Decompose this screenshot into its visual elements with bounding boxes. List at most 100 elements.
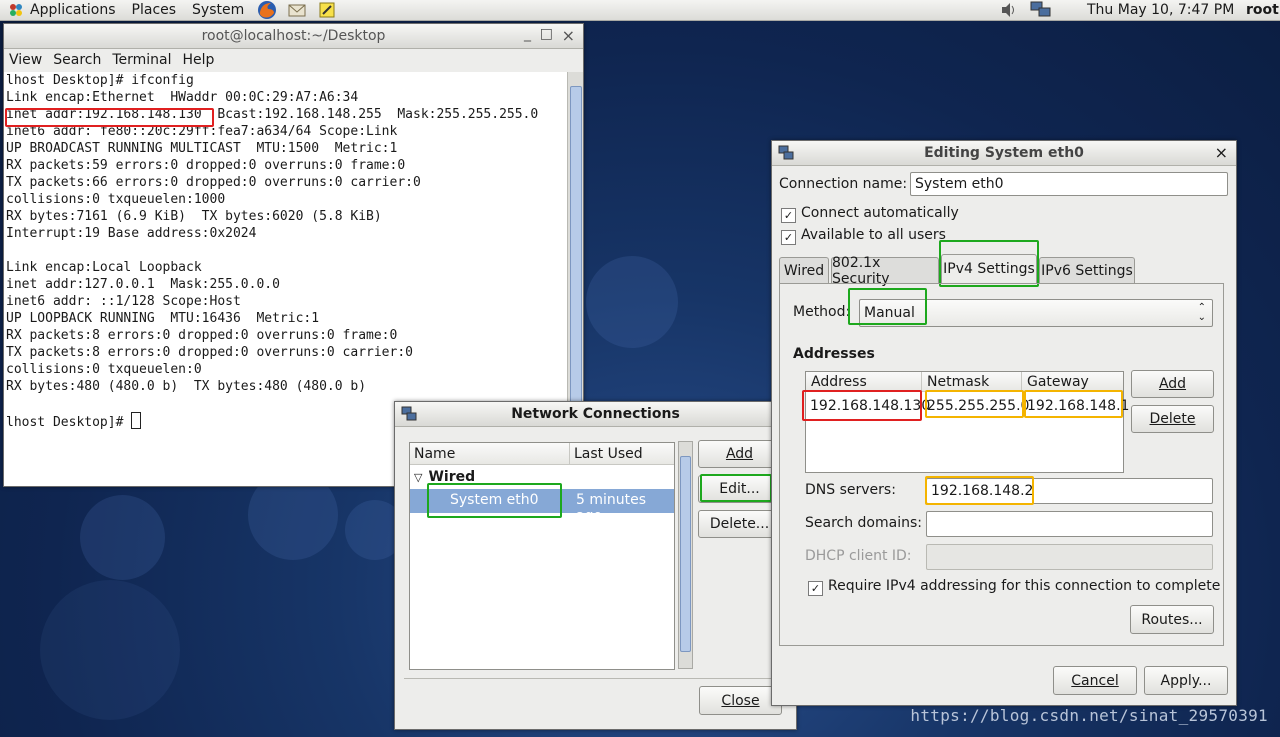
cancel-button[interactable]: Cancel <box>1053 666 1137 695</box>
firefox-icon <box>258 1 277 19</box>
terminal-line: inet addr:192.168.148.130 Bcast:192.168.… <box>6 107 539 122</box>
available-all-users-checkbox[interactable]: ✓ <box>781 230 796 245</box>
terminal-prompt: lhost Desktop]# <box>6 415 132 430</box>
note-pencil-icon <box>319 2 335 18</box>
menu-view[interactable]: View <box>9 52 42 68</box>
gateway-cell[interactable]: 192.168.148.1 <box>1023 393 1129 419</box>
close-button[interactable]: Close <box>699 686 782 715</box>
connections-list[interactable]: Name Last Used ▽ Wired System eth0 5 min… <box>409 442 675 670</box>
scrollbar-thumb[interactable] <box>680 456 691 652</box>
dns-servers-label: DNS servers: <box>805 482 896 498</box>
connection-name-field[interactable]: System eth0 <box>910 172 1228 196</box>
tab-8021x-security[interactable]: 802.1x Security <box>831 255 939 287</box>
clock[interactable]: Thu May 10, 7:47 PM <box>1087 0 1234 20</box>
connection-last-used: 5 minutes ago <box>576 492 647 524</box>
require-ipv4-label: Require IPv4 addressing for this connect… <box>828 578 1221 594</box>
address-cell[interactable]: 192.168.148.130 <box>806 393 930 419</box>
speaker-icon <box>1002 3 1014 17</box>
tab-ipv6-settings[interactable]: IPv6 Settings <box>1039 257 1135 283</box>
terminal-titlebar[interactable]: root@localhost:~/Desktop _ □ × <box>4 24 583 49</box>
terminal-line: Link encap:Ethernet HWaddr 00:0C:29:A7:A… <box>6 90 359 105</box>
dns-servers-value: 192.168.148.2 <box>931 483 1034 499</box>
group-wired-label: Wired <box>428 469 476 485</box>
delete-button-label: Delete... <box>709 516 770 532</box>
column-last-used-header[interactable]: Last Used <box>570 443 674 465</box>
terminal-line: TX packets:8 errors:0 dropped:0 overruns… <box>6 345 413 360</box>
edit-button-label: Edit... <box>719 481 760 497</box>
edit-title: Editing System eth0 <box>924 145 1084 161</box>
search-domains-label: Search domains: <box>805 515 922 531</box>
top-panel: Applications Places System Thu May 10, 7… <box>0 0 1280 21</box>
places-menu[interactable]: Places <box>124 0 185 20</box>
tab-ipv4-settings[interactable]: IPv4 Settings <box>941 254 1037 283</box>
terminal-line: RX bytes:7161 (6.9 KiB) TX bytes:6020 (5… <box>6 209 382 224</box>
apply-button[interactable]: Apply... <box>1144 666 1228 695</box>
volume-applet[interactable] <box>1000 0 1018 20</box>
menu-search[interactable]: Search <box>53 52 101 68</box>
netmask-cell[interactable]: 255.255.255.0 <box>923 393 1029 419</box>
editing-connection-dialog: Editing System eth0 × Connection name: S… <box>771 140 1237 706</box>
terminal-line: collisions:0 txqueuelen:1000 <box>6 192 226 207</box>
connection-name: System eth0 <box>450 492 539 508</box>
mail-icon <box>288 4 306 17</box>
menu-help[interactable]: Help <box>183 52 215 68</box>
terminal-line: inet6 addr: ::1/128 Scope:Host <box>6 294 241 309</box>
firefox-launcher[interactable] <box>255 0 279 20</box>
user-menu[interactable]: root <box>1246 0 1279 20</box>
maximize-icon[interactable]: □ <box>540 26 553 42</box>
edit-button[interactable]: Edit... <box>698 475 781 503</box>
expander-triangle-icon[interactable]: ▽ <box>414 471 422 484</box>
netmask-column-header[interactable]: Netmask <box>922 372 1022 392</box>
group-wired[interactable]: ▽ Wired <box>414 469 475 485</box>
notes-launcher[interactable] <box>315 0 339 20</box>
system-menu-label: System <box>192 2 245 18</box>
add-button[interactable]: Add <box>698 440 781 468</box>
method-value: Manual <box>864 305 915 321</box>
mail-launcher[interactable] <box>285 0 309 20</box>
network-icon <box>401 406 417 421</box>
network-computers-icon <box>1030 1 1051 17</box>
address-delete-button[interactable]: Delete <box>1131 405 1214 433</box>
tab-ipv4-label: IPv4 Settings <box>943 261 1035 277</box>
applications-menu-label: Applications <box>30 2 116 18</box>
minimize-icon[interactable]: _ <box>524 26 531 42</box>
delete-button[interactable]: Delete... <box>698 510 781 538</box>
connect-automatically-checkbox[interactable]: ✓ <box>781 208 796 223</box>
connection-row-system-eth0[interactable]: System eth0 5 minutes ago <box>410 489 674 524</box>
terminal-line: RX bytes:480 (480.0 b) TX bytes:480 (480… <box>6 379 367 394</box>
terminal-line: inet6 addr: fe80::20c:29ff:fea7:a634/64 … <box>6 124 398 139</box>
require-ipv4-checkbox[interactable]: ✓ <box>808 581 823 596</box>
network-applet[interactable] <box>1030 0 1052 20</box>
addresses-table[interactable]: Address Netmask Gateway 192.168.148.130 … <box>805 371 1129 473</box>
method-select[interactable]: Manual ⌃ ⌄ <box>859 299 1213 327</box>
tab-wired[interactable]: Wired <box>779 257 829 283</box>
terminal-line: RX packets:59 errors:0 dropped:0 overrun… <box>6 158 406 173</box>
close-icon[interactable]: × <box>562 26 575 45</box>
dns-servers-field[interactable]: 192.168.148.2 <box>926 478 1213 504</box>
separator <box>404 678 787 679</box>
close-icon[interactable]: × <box>1215 143 1228 162</box>
method-label: Method: <box>793 304 851 320</box>
netmask-column-label: Netmask <box>927 373 990 390</box>
search-domains-field[interactable] <box>926 511 1213 537</box>
address-add-button[interactable]: Add <box>1131 370 1214 398</box>
dhcp-client-id-field <box>926 544 1213 570</box>
applications-menu[interactable]: Applications <box>0 0 124 20</box>
terminal-line: collisions:0 txqueuelen:0 <box>6 362 202 377</box>
netconn-titlebar[interactable]: Network Connections × <box>395 402 796 427</box>
terminal-line: TX packets:66 errors:0 dropped:0 overrun… <box>6 175 421 190</box>
routes-button[interactable]: Routes... <box>1130 605 1214 634</box>
menu-terminal[interactable]: Terminal <box>112 52 171 68</box>
desktop-decoration <box>80 495 165 580</box>
terminal-line: inet addr:127.0.0.1 Mask:255.0.0.0 <box>6 277 280 292</box>
terminal-cursor <box>131 412 142 429</box>
system-menu[interactable]: System <box>184 0 252 20</box>
column-name-header[interactable]: Name <box>410 443 570 465</box>
connections-scrollbar[interactable] <box>678 441 693 669</box>
address-column-header[interactable]: Address <box>806 372 922 392</box>
address-delete-label: Delete <box>1149 411 1196 427</box>
edit-titlebar[interactable]: Editing System eth0 × <box>772 141 1236 166</box>
terminal-line: UP BROADCAST RUNNING MULTICAST MTU:1500 … <box>6 141 398 156</box>
gateway-column-header[interactable]: Gateway <box>1022 372 1123 392</box>
